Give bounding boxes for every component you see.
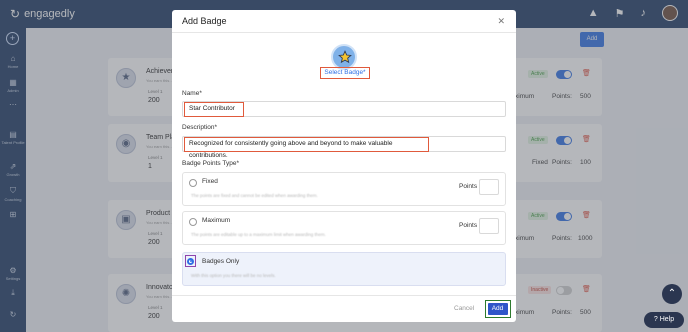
description-value: Recognized for consistently going above …	[184, 137, 429, 159]
add-button-label: Add	[487, 302, 508, 315]
option-title: Badges Only	[202, 258, 240, 265]
scroll-up-icon[interactable]: ⌃	[662, 284, 682, 304]
divider	[172, 295, 516, 296]
option-title: Maximum	[202, 217, 231, 224]
option-badges-only[interactable]: Badges Only With this option you there w…	[182, 252, 506, 286]
option-description: With this option you there will be no le…	[191, 273, 276, 278]
radio-maximum[interactable]	[189, 218, 197, 226]
divider	[172, 32, 516, 33]
help-button[interactable]: ? Help	[644, 312, 684, 328]
add-badge-dialog: Add Badge ✕ Select Badge* Name* Star Con…	[172, 10, 516, 322]
name-label: Name*	[182, 90, 202, 97]
help-icon: ?	[653, 316, 658, 323]
description-label: Description*	[182, 124, 218, 131]
radio-selected-icon	[187, 257, 194, 265]
name-field[interactable]: Star Contributor	[182, 101, 506, 117]
radio-fixed[interactable]	[189, 179, 197, 187]
name-value: Star Contributor	[184, 102, 244, 117]
star-icon	[338, 50, 352, 64]
points-type-label: Badge Points Type*	[182, 160, 239, 167]
help-label: Help	[659, 316, 675, 323]
maximum-points-input[interactable]	[479, 218, 499, 234]
dialog-title: Add Badge	[182, 16, 227, 26]
points-label: Points	[459, 183, 478, 190]
fixed-points-input[interactable]	[479, 179, 499, 195]
select-badge-link[interactable]: Select Badge*	[320, 67, 370, 79]
radio-badges-only[interactable]	[185, 255, 196, 267]
option-fixed[interactable]: Fixed The points are fixed and cannot be…	[182, 172, 506, 206]
description-field[interactable]: Recognized for consistently going above …	[182, 136, 506, 159]
option-title: Fixed	[202, 178, 218, 185]
option-maximum[interactable]: Maximum The points are editable up to a …	[182, 211, 506, 245]
option-description: The points are editable up to a maximum …	[191, 232, 326, 237]
add-button[interactable]: Add	[485, 300, 511, 318]
option-description: The points are fixed and cannot be edite…	[191, 193, 318, 198]
cancel-button[interactable]: Cancel	[454, 305, 474, 312]
close-icon[interactable]: ✕	[497, 16, 505, 27]
points-label: Points	[459, 222, 478, 229]
